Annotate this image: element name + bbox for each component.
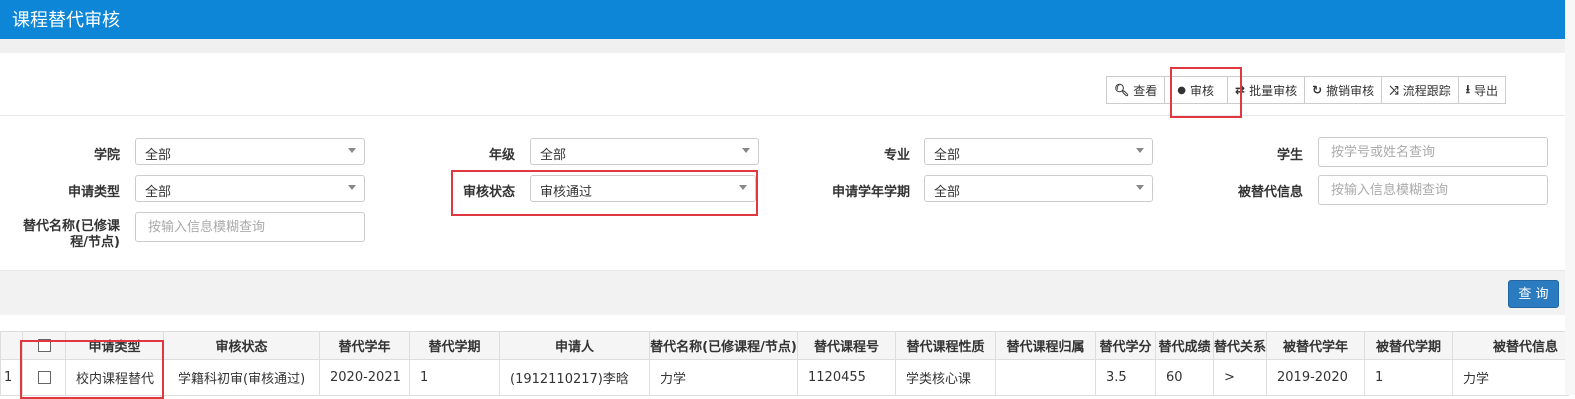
student-label: 学生 [1276,148,1303,163]
replaced-info-input[interactable] [1318,175,1548,205]
audit-button-label: 审核 [1189,83,1214,98]
chevron-down-icon [348,185,356,190]
export-button-label: 导出 [1473,83,1498,98]
header-index [0,331,23,360]
grade-select-value: 全部 [540,148,567,163]
header-sub-course-owner[interactable]: 替代课程归属 [995,331,1096,360]
header-sub-course-no[interactable]: 替代课程号 [797,331,896,360]
batch-audit-button[interactable]: ⇄ 批量审核 [1227,76,1306,104]
audit-status-label: 审核状态 [462,185,515,200]
view-button[interactable]: 🔍︎ 查看 [1106,76,1166,104]
cell-replaced-term: 1 [1364,359,1454,396]
shuffle-icon: ⤨ [1389,82,1399,97]
chevron-down-icon [1136,185,1144,190]
cell-sub-credit: 3.5 [1095,359,1156,396]
audit-status-select[interactable]: 审核通过 [530,175,756,202]
header-audit-status[interactable]: 审核状态 [163,331,320,360]
drop-icon: ● [1177,84,1186,96]
application-term-select-value: 全部 [934,185,961,200]
application-type-select-value: 全部 [145,185,172,200]
table-spacer [0,315,1565,331]
table-row[interactable]: 1 校内课程替代 学籍科初审(审核通过) 2020-2021 1 (191211… [0,359,1570,396]
transfer-icon: ⇄ [1235,83,1246,97]
grade-label: 年级 [488,148,515,163]
separator-band [0,39,1565,53]
batch-audit-button-label: 批量审核 [1249,83,1298,98]
cell-sub-year: 2020-2021 [319,359,410,396]
cell-sub-course-no: 1120455 [797,359,896,396]
substitute-name-label: 替代名称(已修课 程/节点) [8,219,120,251]
header-sub-credit[interactable]: 替代学分 [1095,331,1156,360]
major-select-value: 全部 [934,148,961,163]
vertical-scrollbar[interactable] [1565,0,1575,395]
header-sub-year[interactable]: 替代学年 [319,331,410,360]
chevron-down-icon [348,148,356,153]
cell-replaced-info: 力学 [1452,359,1570,396]
replaced-info-label: 被替代信息 [1237,185,1303,200]
chevron-down-icon [742,148,750,153]
major-label: 专业 [883,148,910,163]
header-sub-name[interactable]: 替代名称(已修课程/节点) [649,331,798,360]
college-select-value: 全部 [145,148,172,163]
grade-select[interactable]: 全部 [530,138,759,165]
process-tracking-button[interactable]: ⤨ 流程跟踪 [1381,76,1459,104]
cell-audit-status: 学籍科初审(审核通过) [163,359,320,396]
header-replaced-term[interactable]: 被替代学期 [1364,331,1454,360]
chevron-down-icon [739,185,747,190]
export-button[interactable]: ⭳ 导出 [1457,76,1506,104]
cell-sub-score: 60 [1155,359,1214,396]
table-header-row: 申请类型 审核状态 替代学年 替代学期 申请人 替代名称(已修课程/节点) 替代… [0,331,1570,360]
chevron-down-icon [1136,148,1144,153]
college-select[interactable]: 全部 [135,138,365,165]
action-toolbar: 🔍︎ 查看 ● 审核 ⇄ 批量审核 ↻ 撤销审核 ⤨ 流程跟踪 ⭳ 导出 [1106,76,1506,104]
query-button[interactable]: 查 询 [1508,280,1559,308]
cell-sub-name: 力学 [649,359,798,396]
header-replaced-year[interactable]: 被替代学年 [1266,331,1366,360]
cell-application-type: 校内课程替代 [65,359,164,396]
header-sub-score[interactable]: 替代成绩 [1155,331,1214,360]
header-sub-term[interactable]: 替代学期 [409,331,500,360]
results-table: 申请类型 审核状态 替代学年 替代学期 申请人 替代名称(已修课程/节点) 替代… [0,331,1570,396]
header-select-all[interactable] [22,331,66,360]
substitute-name-label-line2: 程/节点) [70,235,120,250]
revoke-audit-button-label: 撤销审核 [1326,83,1375,98]
substitute-name-input[interactable] [135,212,365,242]
cell-sub-course-owner [995,359,1096,396]
application-term-label: 申请学年学期 [831,185,910,200]
row-select-cell[interactable] [22,359,66,396]
audit-button[interactable]: ● 审核 [1164,76,1228,104]
major-select[interactable]: 全部 [924,138,1153,165]
query-bar [0,270,1565,316]
application-type-label: 申请类型 [67,185,120,200]
college-label: 学院 [93,148,120,163]
search-icon: 🔍︎ [1114,83,1130,97]
substitute-name-label-line1: 替代名称(已修课 [23,219,120,234]
audit-status-select-value: 审核通过 [540,185,593,200]
cell-sub-course-nature: 学类核心课 [895,359,996,396]
process-tracking-button-label: 流程跟踪 [1402,83,1451,98]
application-term-select[interactable]: 全部 [924,175,1153,202]
cell-sub-relation: > [1212,359,1268,396]
header-sub-course-nature[interactable]: 替代课程性质 [895,331,996,360]
header-application-type[interactable]: 申请类型 [65,331,164,360]
title-bar: 课程替代审核 [0,0,1575,39]
header-replaced-info[interactable]: 被替代信息 [1452,331,1570,360]
revoke-audit-button[interactable]: ↻ 撤销审核 [1304,76,1383,104]
header-sub-relation[interactable]: 替代关系 [1212,331,1268,360]
student-search-input[interactable] [1318,137,1548,167]
refresh-icon: ↻ [1312,83,1323,97]
export-icon: ⭳ [1465,81,1470,96]
header-applicant[interactable]: 申请人 [499,331,650,360]
cell-applicant: (1912110217)李晗 [499,359,650,396]
page-title: 课程替代审核 [12,10,120,31]
select-all-checkbox[interactable] [37,339,51,352]
row-index: 1 [0,359,23,396]
view-button-label: 查看 [1133,83,1158,98]
cell-replaced-year: 2019-2020 [1266,359,1366,396]
application-type-select[interactable]: 全部 [135,175,365,202]
row-checkbox[interactable] [38,371,51,384]
cell-sub-term: 1 [409,359,500,396]
